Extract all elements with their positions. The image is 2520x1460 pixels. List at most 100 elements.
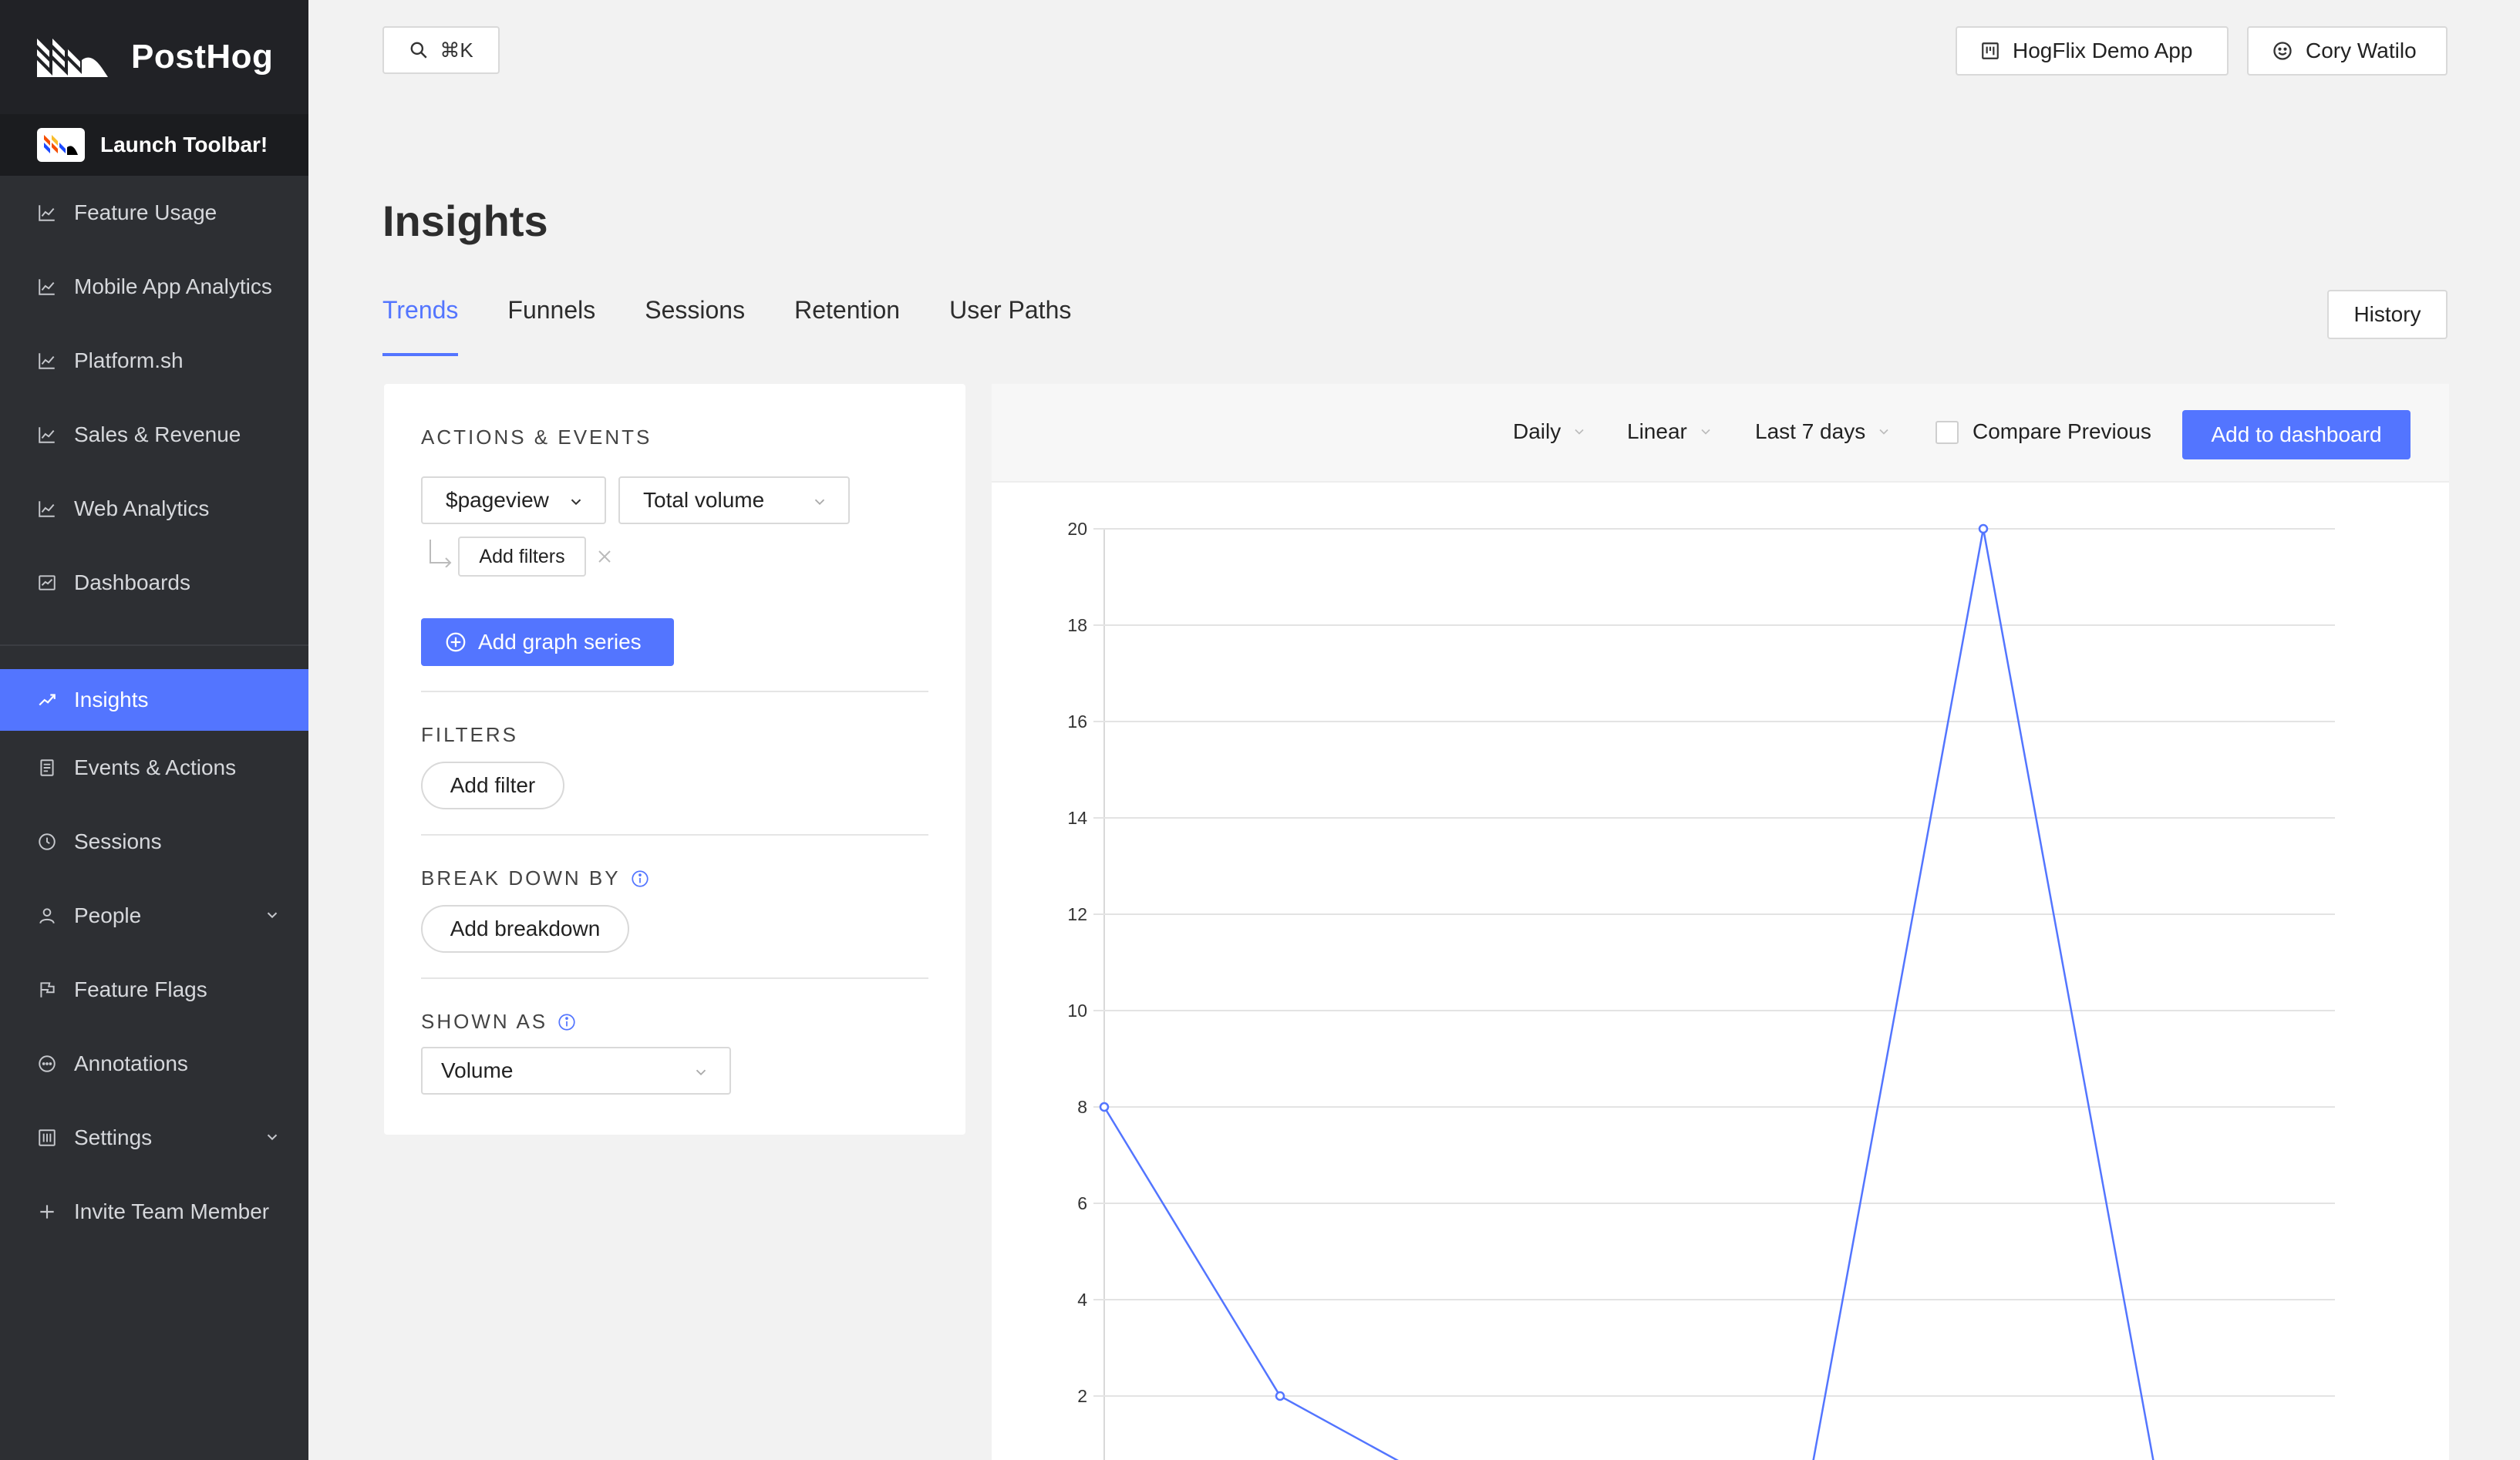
sidebar-item-events-actions[interactable]: Events & Actions [0, 731, 308, 805]
chart-card: Daily Linear Last 7 days Compare Previou… [992, 384, 2449, 1460]
series-line [1103, 528, 2154, 1460]
section-divider [421, 691, 928, 692]
y-tick-label: 10 [1067, 1001, 1087, 1021]
sidebar-item-insights[interactable]: Insights [0, 669, 308, 731]
event-select[interactable]: $pageview [421, 476, 606, 524]
event-value: $pageview [446, 488, 549, 512]
interval-dropdown[interactable]: Daily [1513, 419, 1587, 444]
date-range-value: Last 7 days [1755, 419, 1866, 443]
main-nav: Insights Events & Actions Sessions Peopl… [0, 669, 308, 1249]
sidebar-item-label: Settings [74, 1125, 153, 1149]
y-tick-label: 14 [1067, 808, 1087, 828]
add-breakdown-button[interactable]: Add breakdown [421, 905, 629, 953]
user-menu-button[interactable]: Cory Watilo [2247, 26, 2448, 76]
scale-dropdown[interactable]: Linear [1627, 419, 1713, 444]
y-tick-label: 6 [1077, 1193, 1087, 1213]
sidebar-item-label: Sales & Revenue [74, 422, 241, 446]
add-filters-button[interactable]: Add filters [458, 537, 586, 577]
math-value: Total volume [643, 488, 765, 512]
data-point[interactable] [1275, 1391, 1285, 1401]
date-range-dropdown[interactable]: Last 7 days [1755, 419, 1892, 444]
sidebar-item-sales-revenue[interactable]: Sales & Revenue [0, 398, 308, 472]
shown-as-value: Volume [441, 1058, 514, 1082]
tab-user-paths[interactable]: User Paths [949, 296, 1071, 356]
chevron-down-icon [571, 499, 581, 506]
chevron-down-icon[interactable] [264, 907, 281, 923]
math-select[interactable]: Total volume [618, 476, 850, 524]
breakdown-label: BREAK DOWN BY [421, 866, 650, 890]
close-icon[interactable] [595, 547, 614, 566]
sidebar-item-label: Mobile App Analytics [74, 274, 272, 298]
comment-icon [39, 1055, 56, 1072]
sidebar-item-label: Feature Usage [74, 200, 217, 224]
sidebar-item-people[interactable]: People [0, 879, 308, 953]
sidebar-divider [0, 644, 308, 646]
trend-icon [39, 694, 56, 706]
add-filter-button[interactable]: Add filter [421, 762, 564, 809]
sidebar-item-annotations[interactable]: Annotations [0, 1027, 308, 1101]
query-panel: ACTIONS & EVENTS $pageview Total volume … [384, 384, 965, 1135]
sidebar-item-label: Events & Actions [74, 755, 237, 779]
data-point[interactable] [1978, 523, 1989, 534]
toolbar-logo-icon [37, 128, 85, 162]
sidebar-item-feature-usage[interactable]: Feature Usage [0, 176, 308, 250]
line-chart-icon [39, 501, 55, 517]
sidebar-item-platform-sh[interactable]: Platform.sh [0, 324, 308, 398]
launch-toolbar-label: Launch Toolbar! [100, 133, 268, 156]
sidebar-item-invite-team-member[interactable]: Invite Team Member [0, 1175, 308, 1249]
shown-as-select[interactable]: Volume [421, 1047, 731, 1095]
tab-trends[interactable]: Trends [382, 296, 459, 356]
sidebar: PostHog Launch Toolbar! Feature Usage Mo… [0, 0, 308, 1460]
plus-circle-icon [446, 632, 466, 652]
breakdown-label-text: BREAK DOWN BY [421, 866, 621, 890]
sidebar-item-dashboards[interactable]: Dashboards [0, 546, 308, 620]
project-icon [1982, 42, 1999, 59]
sidebar-item-label: Invite Team Member [74, 1199, 270, 1223]
sidebar-item-web-analytics[interactable]: Web Analytics [0, 472, 308, 546]
tab-sessions[interactable]: Sessions [645, 296, 745, 356]
y-tick-label: 2 [1077, 1386, 1087, 1406]
brand-header[interactable]: PostHog [0, 0, 308, 114]
chevron-down-icon [1701, 429, 1710, 435]
sidebar-item-settings[interactable]: Settings [0, 1101, 308, 1175]
compare-previous-label[interactable]: Compare Previous [1973, 419, 2151, 444]
sidebar-item-sessions[interactable]: Sessions [0, 805, 308, 879]
brand-name: PostHog [131, 38, 274, 76]
clock-icon [39, 833, 56, 850]
tab-funnels[interactable]: Funnels [507, 296, 595, 356]
compare-previous-checkbox[interactable] [1935, 421, 1959, 444]
sidebar-item-label: Annotations [74, 1051, 188, 1075]
add-to-dashboard-button[interactable]: Add to dashboard [2182, 410, 2411, 459]
chevron-down-icon[interactable] [264, 1129, 281, 1145]
shown-as-label-text: SHOWN AS [421, 1010, 548, 1033]
tab-retention[interactable]: Retention [794, 296, 900, 356]
y-tick-label: 12 [1067, 904, 1087, 924]
document-icon [40, 759, 54, 776]
chart-toolbar: Daily Linear Last 7 days Compare Previou… [992, 384, 2449, 483]
actions-events-label: ACTIONS & EVENTS [421, 426, 652, 449]
dashboard-icon [39, 575, 56, 590]
project-switcher-button[interactable]: HogFlix Demo App [1956, 26, 2229, 76]
posthog-logo-icon [37, 39, 108, 77]
info-icon[interactable] [557, 1012, 577, 1032]
search-button[interactable]: ⌘K [382, 26, 500, 74]
insight-tabs: Trends Funnels Sessions Retention User P… [382, 296, 1071, 356]
plus-icon [40, 1205, 54, 1219]
y-tick-label: 4 [1077, 1290, 1087, 1310]
chevron-down-icon [696, 1069, 706, 1076]
sidebar-item-label: Feature Flags [74, 977, 207, 1001]
trend-chart: 2 4 6 8 10 12 14 16 18 20 [1067, 519, 2335, 1460]
add-graph-series-button[interactable]: Add graph series [421, 618, 674, 666]
info-icon[interactable] [630, 869, 650, 889]
smiley-icon [2273, 42, 2292, 60]
project-name: HogFlix Demo App [2013, 39, 2193, 62]
launch-toolbar-button[interactable]: Launch Toolbar! [0, 114, 308, 176]
data-point[interactable] [1099, 1102, 1110, 1112]
sidebar-item-feature-flags[interactable]: Feature Flags [0, 953, 308, 1027]
shown-as-label: SHOWN AS [421, 1010, 577, 1034]
flag-icon [40, 982, 55, 997]
scale-value: Linear [1627, 419, 1687, 443]
sidebar-item-mobile-app-analytics[interactable]: Mobile App Analytics [0, 250, 308, 324]
y-tick-label: 8 [1077, 1097, 1087, 1117]
history-button[interactable]: History [2327, 290, 2448, 339]
